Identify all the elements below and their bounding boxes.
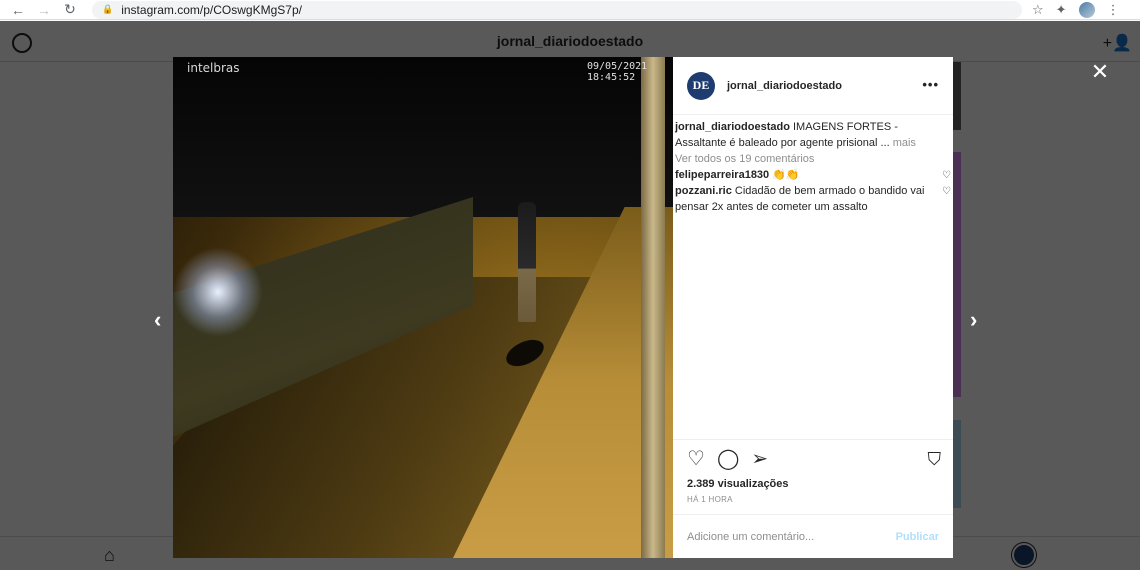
like-icon[interactable]: ♡ xyxy=(687,448,705,470)
post-caption: jornal_diariodoestado IMAGENS FORTES - A… xyxy=(675,119,951,151)
reload-icon[interactable]: ↻ xyxy=(62,1,78,18)
comment-icon[interactable]: ◯ xyxy=(717,448,739,470)
comment-item: felipeparreira1830 👏👏 ♡ xyxy=(675,167,951,183)
url-text[interactable]: instagram.com/p/COswgKMgS7p/ xyxy=(121,3,302,17)
comment-username[interactable]: pozzani.ric xyxy=(675,185,732,197)
bookmark-icon[interactable]: ⛉ xyxy=(928,449,942,470)
background-post-thumb xyxy=(953,152,961,397)
comment-username[interactable]: felipeparreira1830 xyxy=(675,169,769,181)
post-header: DE jornal_diariodoestado ••• xyxy=(673,57,953,115)
comments-section: jornal_diariodoestado IMAGENS FORTES - A… xyxy=(673,115,953,439)
comment-like-icon[interactable]: ♡ xyxy=(942,168,951,184)
forward-icon[interactable]: → xyxy=(36,2,52,18)
add-comment-bar: Publicar xyxy=(673,514,953,558)
account-username[interactable]: jornal_diariodoestado xyxy=(727,80,842,92)
post-actions: ♡ ◯ ➢ ⛉ 2.389 visualizações HÁ 1 HORA xyxy=(673,439,953,514)
video-timestamp: 09/05/2021 18:45:52 xyxy=(587,61,648,83)
lock-icon[interactable]: 🔒 xyxy=(102,4,113,15)
star-icon[interactable]: ☆ xyxy=(1032,2,1044,18)
background-post-thumb xyxy=(953,420,961,508)
view-all-comments-link[interactable]: Ver todos os 19 comentários xyxy=(675,151,951,167)
action-icons: ♡ ◯ ➢ xyxy=(687,448,939,470)
more-options-icon[interactable]: ••• xyxy=(922,77,939,92)
address-bar[interactable]: 🔒 instagram.com/p/COswgKMgS7p/ xyxy=(92,0,1022,19)
post-video[interactable]: intelbras 09/05/2021 18:45:52 xyxy=(173,57,673,558)
back-icon[interactable]: ← xyxy=(10,2,26,18)
comment-text: 👏👏 xyxy=(769,169,800,181)
comment-input[interactable] xyxy=(687,530,867,543)
view-count[interactable]: 2.389 visualizações xyxy=(687,478,939,490)
comment-like-icon[interactable]: ♡ xyxy=(942,184,951,200)
post-time: HÁ 1 HORA xyxy=(687,495,733,504)
browser-toolbar: ← → ↻ 🔒 instagram.com/p/COswgKMgS7p/ ☆ ✦… xyxy=(0,0,1140,20)
camera-brand: intelbras xyxy=(187,61,240,75)
account-avatar[interactable]: DE xyxy=(687,71,715,100)
post-panel: DE jornal_diariodoestado ••• jornal_diar… xyxy=(673,57,953,558)
browser-nav: ← → ↻ xyxy=(0,1,78,18)
background-post-thumb xyxy=(953,62,961,130)
browser-actions: ☆ ✦ ⋮ xyxy=(1032,1,1120,18)
comment-item: pozzani.ric Cidadão de bem armado o band… xyxy=(675,183,951,215)
extensions-icon[interactable]: ✦ xyxy=(1056,2,1067,18)
prev-post-icon[interactable]: ‹ xyxy=(154,307,161,333)
next-post-icon[interactable]: › xyxy=(970,307,977,333)
publish-button[interactable]: Publicar xyxy=(896,531,939,543)
video-person xyxy=(518,202,536,322)
menu-icon[interactable]: ⋮ xyxy=(1107,2,1120,18)
caption-username[interactable]: jornal_diariodoestado xyxy=(675,121,790,133)
share-icon[interactable]: ➢ xyxy=(751,448,768,470)
profile-avatar[interactable] xyxy=(1078,1,1095,18)
caption-more-link[interactable]: mais xyxy=(890,137,916,149)
close-icon[interactable]: ✕ xyxy=(1089,61,1111,83)
